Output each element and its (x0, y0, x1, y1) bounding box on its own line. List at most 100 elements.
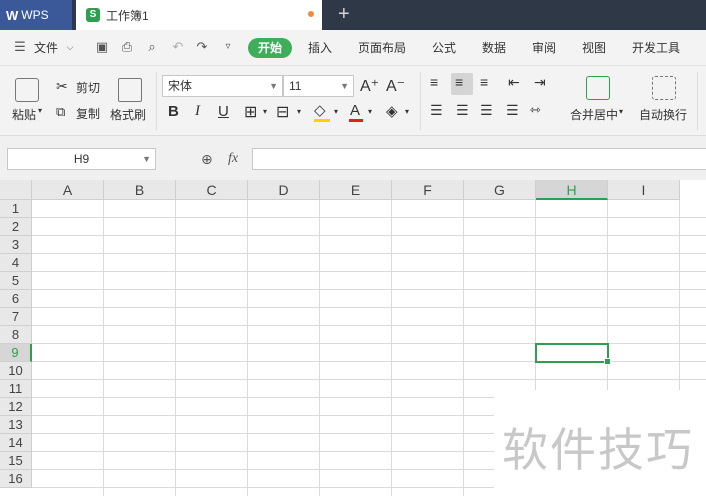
formula-input[interactable] (252, 148, 706, 170)
distributed-icon[interactable]: ⇿ (530, 102, 541, 118)
merge-center-icon[interactable] (586, 76, 610, 100)
cell-style-dropdown-icon[interactable]: ▾ (297, 107, 301, 116)
borders-dropdown-icon[interactable]: ▾ (263, 107, 267, 116)
column-header-d[interactable]: D (248, 180, 320, 200)
paste-button[interactable]: 粘贴 (12, 106, 36, 123)
copy-icon: ⧉ (56, 104, 66, 119)
copy-button[interactable]: 复制 (76, 105, 100, 122)
increase-indent-icon[interactable]: ⇥ (534, 74, 546, 91)
align-bottom-icon[interactable]: ≡ (480, 74, 488, 90)
row-header-1[interactable]: 1 (0, 200, 32, 218)
gridline-horizontal (32, 235, 706, 236)
format-painter-button[interactable]: 格式刷 (110, 106, 146, 123)
merge-dropdown-icon[interactable]: ▾ (619, 107, 623, 116)
row-header-11[interactable]: 11 (0, 380, 32, 398)
shrink-font-button[interactable]: A⁻ (386, 76, 405, 96)
cut-button[interactable]: 剪切 (76, 79, 100, 96)
align-right-icon[interactable]: ☰ (480, 102, 493, 119)
selected-cell[interactable] (535, 343, 611, 365)
file-menu[interactable]: 文件 (34, 39, 58, 56)
row-header-2[interactable]: 2 (0, 218, 32, 236)
align-middle-icon: ≡ (455, 74, 464, 90)
redo-icon[interactable]: ↷ (194, 39, 210, 55)
row-header-10[interactable]: 10 (0, 362, 32, 380)
ribbon-separator (420, 72, 421, 130)
print-icon[interactable]: ⎙ (119, 39, 135, 55)
wrap-text-icon[interactable] (652, 76, 676, 100)
row-header-3[interactable]: 3 (0, 236, 32, 254)
tab-developer[interactable]: 开发工具 (632, 39, 680, 56)
italic-button[interactable]: I (195, 103, 200, 120)
column-header-g[interactable]: G (464, 180, 536, 200)
clear-dropdown-icon[interactable]: ▾ (405, 107, 409, 116)
font-color-dropdown-icon[interactable]: ▾ (368, 107, 372, 116)
tab-insert[interactable]: 插入 (308, 39, 332, 56)
column-header-h[interactable]: H (536, 180, 608, 200)
font-color-swatch (349, 119, 363, 122)
insert-function-button[interactable]: fx (228, 151, 238, 167)
grow-font-button[interactable]: A⁺ (360, 76, 379, 96)
row-header-12[interactable]: 12 (0, 398, 32, 416)
eraser-icon[interactable]: ◈ (386, 102, 398, 120)
underline-button[interactable]: U (218, 103, 229, 120)
fill-color-icon[interactable]: ◇ (314, 101, 326, 119)
name-box[interactable]: H9 ▼ (7, 148, 156, 170)
paste-icon[interactable] (15, 78, 39, 102)
row-header-13[interactable]: 13 (0, 416, 32, 434)
font-color-button[interactable]: A (350, 102, 360, 119)
new-tab-button[interactable]: + (338, 3, 350, 25)
ribbon-separator (156, 72, 157, 130)
fill-color-dropdown-icon[interactable]: ▾ (334, 107, 338, 116)
gridline-horizontal (32, 289, 706, 290)
wrap-text-button[interactable]: 自动换行 (639, 106, 687, 123)
tab-formulas[interactable]: 公式 (432, 39, 456, 56)
fill-handle[interactable] (604, 358, 611, 365)
gridline-horizontal (32, 307, 706, 308)
column-header-a[interactable]: A (32, 180, 104, 200)
scissors-icon: ✂ (56, 78, 68, 94)
tab-view[interactable]: 视图 (582, 39, 606, 56)
row-header-4[interactable]: 4 (0, 254, 32, 272)
align-left-icon[interactable]: ☰ (430, 102, 443, 119)
select-all-corner[interactable] (0, 180, 32, 200)
row-header-16[interactable]: 16 (0, 470, 32, 488)
tab-page-layout[interactable]: 页面布局 (358, 39, 406, 56)
zoom-search-icon[interactable]: ⊕ (201, 151, 213, 168)
align-center-icon[interactable]: ☰ (456, 102, 469, 119)
row-header-7[interactable]: 7 (0, 308, 32, 326)
column-header-e[interactable]: E (320, 180, 392, 200)
row-header-5[interactable]: 5 (0, 272, 32, 290)
row-header-9[interactable]: 9 (0, 344, 32, 362)
format-painter-icon[interactable] (118, 78, 142, 102)
quick-access-dropdown-icon[interactable]: ▿ (220, 39, 236, 55)
merge-center-button[interactable]: 合并居中 (570, 106, 618, 123)
font-size-select[interactable]: 11 ▼ (283, 75, 354, 97)
row-header-14[interactable]: 14 (0, 434, 32, 452)
hamburger-menu-icon[interactable]: ☰ (12, 39, 28, 55)
cell-style-icon[interactable]: ⊟ (276, 102, 289, 122)
save-icon[interactable]: ▣ (94, 39, 110, 55)
print-preview-icon[interactable]: ⌕ (144, 39, 160, 55)
row-header-6[interactable]: 6 (0, 290, 32, 308)
column-header-f[interactable]: F (392, 180, 464, 200)
tab-home[interactable]: 开始 (248, 38, 292, 58)
tab-data[interactable]: 数据 (482, 39, 506, 56)
paste-dropdown-icon[interactable]: ▾ (38, 106, 42, 115)
column-header-b[interactable]: B (104, 180, 176, 200)
column-header-i[interactable]: I (608, 180, 680, 200)
justify-icon[interactable]: ☰ (506, 102, 519, 119)
wps-home-tab[interactable]: W WPS (0, 0, 72, 30)
font-name-select[interactable]: 宋体 ▼ (162, 75, 283, 97)
tab-review[interactable]: 审阅 (532, 39, 556, 56)
row-header-15[interactable]: 15 (0, 452, 32, 470)
column-header-c[interactable]: C (176, 180, 248, 200)
align-top-icon[interactable]: ≡ (430, 74, 438, 90)
decrease-indent-icon[interactable]: ⇤ (508, 74, 520, 91)
borders-icon[interactable]: ⊞ (244, 102, 257, 122)
chevron-down-icon[interactable]: ⌵ (62, 39, 78, 55)
gridline-horizontal (32, 379, 706, 380)
document-tab[interactable]: S 工作簿1 (76, 0, 322, 30)
bold-button[interactable]: B (168, 103, 179, 120)
row-header-8[interactable]: 8 (0, 326, 32, 344)
undo-icon[interactable]: ↶ (170, 39, 186, 55)
